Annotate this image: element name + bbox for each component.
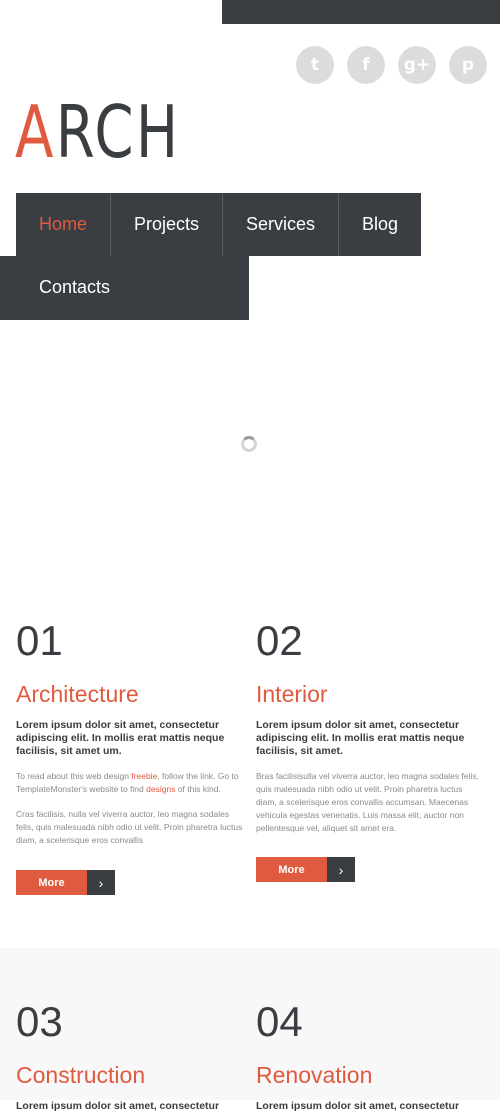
nav-row-1: Home Projects Services Blog [16, 193, 421, 256]
feature-lead: Lorem ipsum dolor sit amet, consectetur … [256, 719, 465, 757]
more-button[interactable]: More › [16, 870, 115, 895]
feature-renovation: 04 Renovation Lorem ipsum dolor sit amet… [256, 1000, 484, 1113]
feature-title[interactable]: Interior [256, 681, 484, 707]
google-plus-icon[interactable]: g+ [398, 46, 436, 84]
feature-interior: 02 Interior Lorem ipsum dolor sit amet, … [256, 619, 484, 835]
designs-link[interactable]: designs [146, 784, 175, 794]
nav-item-contacts[interactable]: Contacts [16, 256, 249, 319]
feature-architecture: 01 Architecture Lorem ipsum dolor sit am… [16, 619, 244, 847]
top-bar [222, 0, 500, 24]
feature-lead: Lorem ipsum dolor sit amet, consectetur … [16, 719, 225, 757]
pinterest-icon[interactable]: p [449, 46, 487, 84]
social-links: t f g+ p [296, 46, 487, 84]
nav-item-home[interactable]: Home [16, 193, 110, 256]
logo-text: RCH [55, 90, 181, 174]
main-nav: Home Projects Services Blog Contacts [0, 193, 500, 320]
site-logo[interactable]: ARCH [15, 92, 180, 172]
chevron-right-icon: › [87, 870, 115, 895]
feature-number: 03 [16, 998, 63, 1045]
nav-item-projects[interactable]: Projects [110, 193, 222, 256]
nav-row-2: Contacts [0, 256, 249, 320]
feature-lead: Lorem ipsum dolor sit amet, consectetur [16, 1100, 220, 1112]
loading-spinner [241, 436, 257, 452]
feature-number: 02 [256, 617, 303, 664]
twitter-icon[interactable]: t [296, 46, 334, 84]
feature-lead: Lorem ipsum dolor sit amet, consectetur [256, 1100, 460, 1112]
more-button-label: More [256, 857, 327, 882]
feature-number: 01 [16, 617, 63, 664]
feature-text: Bras facilisisulla vel viverra auctor, l… [256, 771, 479, 833]
feature-text: To read about this web design freebie, f… [16, 771, 239, 794]
nav-item-services[interactable]: Services [222, 193, 338, 256]
nav-item-blog[interactable]: Blog [338, 193, 421, 256]
feature-title[interactable]: Construction [16, 1062, 244, 1088]
facebook-icon[interactable]: f [347, 46, 385, 84]
more-button[interactable]: More › [256, 857, 355, 882]
more-button-label: More [16, 870, 87, 895]
feature-title[interactable]: Architecture [16, 681, 244, 707]
freebie-link[interactable]: freebie [131, 771, 157, 781]
feature-title[interactable]: Renovation [256, 1062, 484, 1088]
feature-construction: 03 Construction Lorem ipsum dolor sit am… [16, 1000, 244, 1113]
logo-accent-letter: A [15, 90, 56, 174]
feature-text-2: Cras facilisis, nulla vel viverra auctor… [16, 809, 243, 845]
chevron-right-icon: › [327, 857, 355, 882]
feature-number: 04 [256, 998, 303, 1045]
